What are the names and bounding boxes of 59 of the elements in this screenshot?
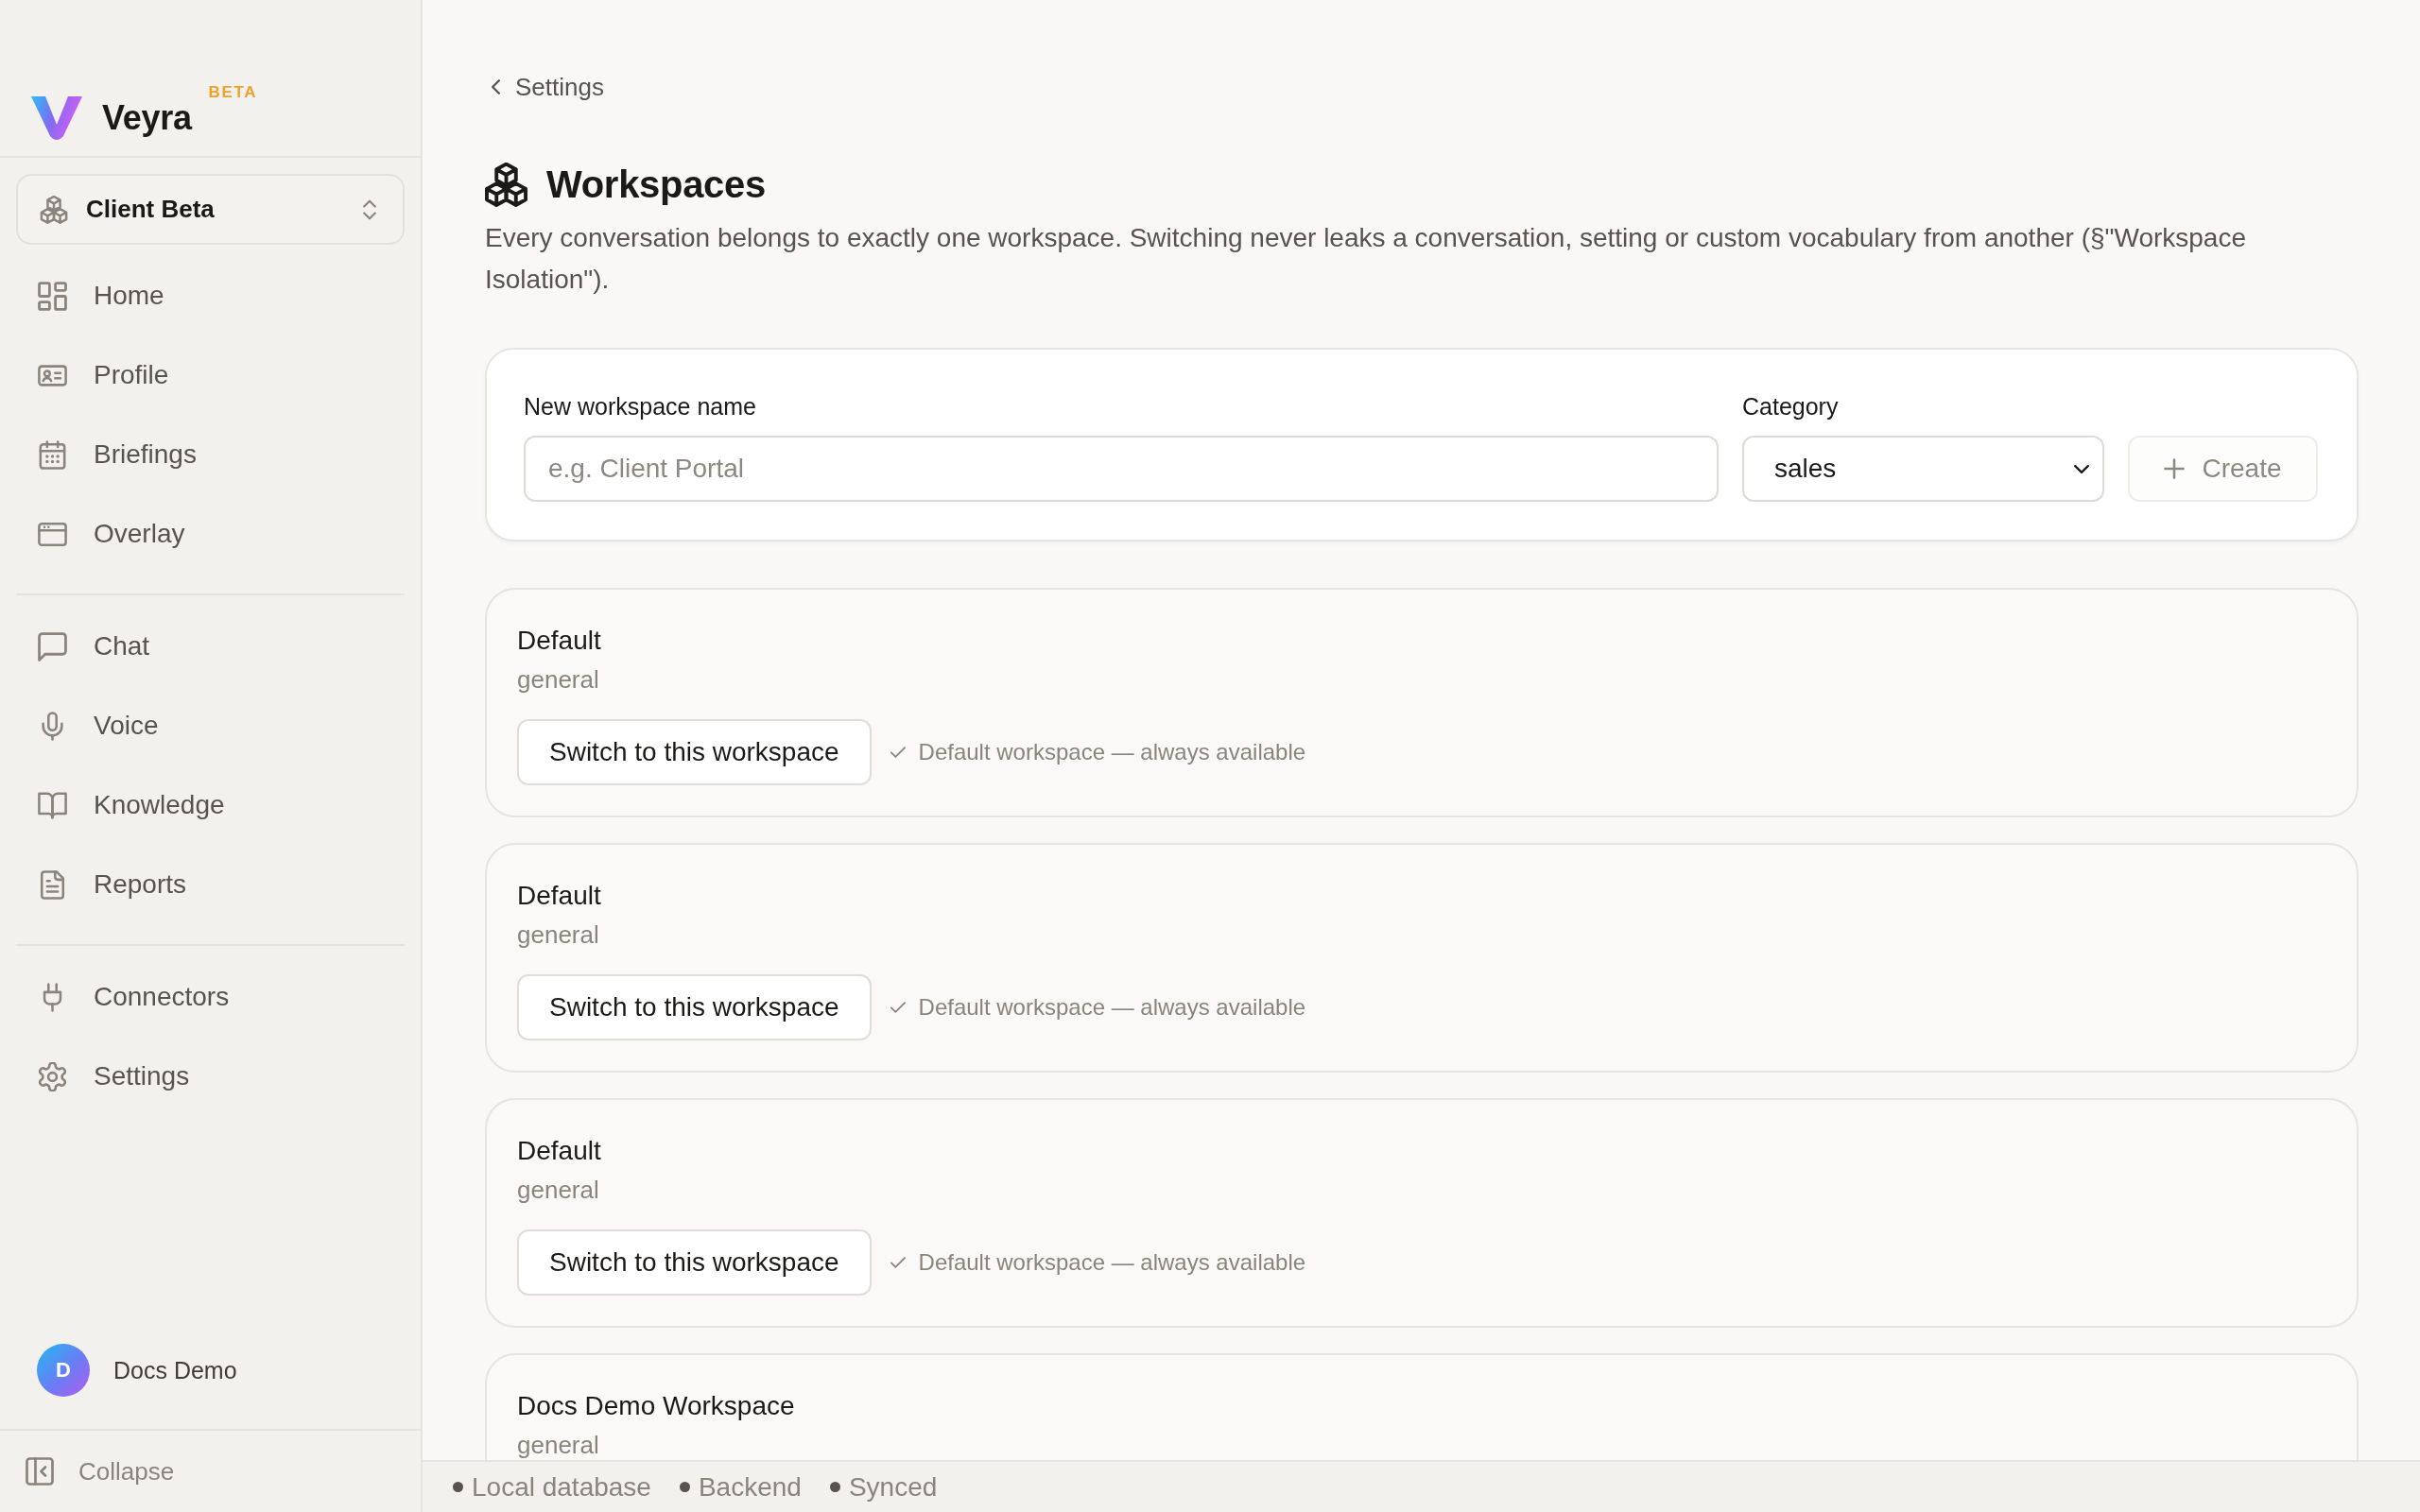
workspace-name: Default bbox=[517, 1135, 602, 1167]
switch-workspace-button[interactable]: Switch to this workspace bbox=[517, 719, 872, 785]
status-dot-icon bbox=[829, 1482, 840, 1492]
default-note: Default workspace — always available bbox=[918, 994, 1306, 1021]
calendar-icon bbox=[38, 439, 67, 470]
user-name: Docs Demo bbox=[113, 1356, 237, 1384]
nav-item[interactable]: Settings bbox=[16, 1037, 405, 1116]
grid-icon bbox=[38, 281, 67, 311]
field-label: Category bbox=[1742, 393, 1840, 421]
chat-bubble-icon bbox=[38, 631, 67, 662]
field-label: New workspace name bbox=[524, 393, 757, 421]
book-icon bbox=[38, 790, 67, 820]
switch-workspace-button[interactable]: Switch to this workspace bbox=[517, 974, 872, 1040]
nav-item[interactable]: Chat bbox=[16, 607, 405, 686]
workspace-category: general bbox=[517, 664, 600, 695]
workspace-name: Default bbox=[517, 625, 602, 657]
document-icon bbox=[38, 869, 67, 900]
page-title: Workspaces bbox=[546, 163, 766, 206]
nav-item[interactable]: Overlay bbox=[16, 494, 405, 574]
nav-item[interactable]: Reports bbox=[16, 845, 405, 924]
brand-name: Veyra bbox=[102, 97, 192, 138]
check-icon bbox=[890, 747, 906, 758]
beta-label: BETA bbox=[208, 83, 258, 102]
default-note: Default workspace — always available bbox=[918, 1249, 1306, 1276]
check-icon bbox=[890, 1257, 906, 1268]
default-note: Default workspace — always available bbox=[918, 739, 1306, 765]
nav-item[interactable]: Knowledge bbox=[16, 765, 405, 845]
status-dot-icon bbox=[453, 1482, 463, 1492]
chevron-down-icon bbox=[2074, 464, 2089, 473]
check-icon bbox=[890, 1002, 906, 1013]
workspace-name: Docs Demo Workspace bbox=[517, 1390, 796, 1422]
page-description: Every conversation belongs to exactly one workspace. Switching never leaks a conversation, setting or custom vocabulary from another (§"Workspace Isolation"). bbox=[485, 222, 2247, 296]
cubes-icon bbox=[40, 195, 68, 224]
workspace-switcher[interactable]: Client Beta bbox=[16, 174, 405, 245]
nav-item[interactable]: Briefings bbox=[16, 415, 405, 494]
category-select[interactable]: sales bbox=[1742, 436, 2104, 502]
status-label: Synced bbox=[848, 1471, 938, 1503]
workspace-category: general bbox=[517, 1175, 600, 1205]
switch-workspace-button[interactable]: Switch to this workspace bbox=[517, 1229, 872, 1296]
workspace-name-input[interactable]: e.g. Client Portal bbox=[524, 436, 1719, 502]
status-dot-icon bbox=[679, 1482, 690, 1492]
user-avatar: D bbox=[37, 1344, 90, 1397]
collapse-sidebar-icon bbox=[26, 1457, 54, 1486]
cubes-icon bbox=[485, 163, 527, 207]
chevron-left-icon bbox=[492, 79, 500, 94]
workspace-name: Default bbox=[517, 880, 602, 912]
workspace-category: general bbox=[517, 1430, 600, 1460]
nav-item[interactable]: Home bbox=[16, 256, 405, 335]
logo-icon bbox=[31, 94, 82, 141]
workspace-category: general bbox=[517, 919, 600, 950]
back-link[interactable]: Settings bbox=[485, 70, 604, 104]
settings-icon bbox=[38, 1061, 67, 1091]
plus-icon bbox=[2164, 458, 2186, 479]
nav-item[interactable]: Voice bbox=[16, 686, 405, 765]
nav-item[interactable]: Connectors bbox=[16, 957, 405, 1037]
nav-item[interactable]: Profile bbox=[16, 335, 405, 415]
status-label: Backend bbox=[698, 1471, 802, 1503]
chevron-up-down-icon bbox=[363, 198, 376, 220]
status-label: Local database bbox=[472, 1471, 651, 1503]
